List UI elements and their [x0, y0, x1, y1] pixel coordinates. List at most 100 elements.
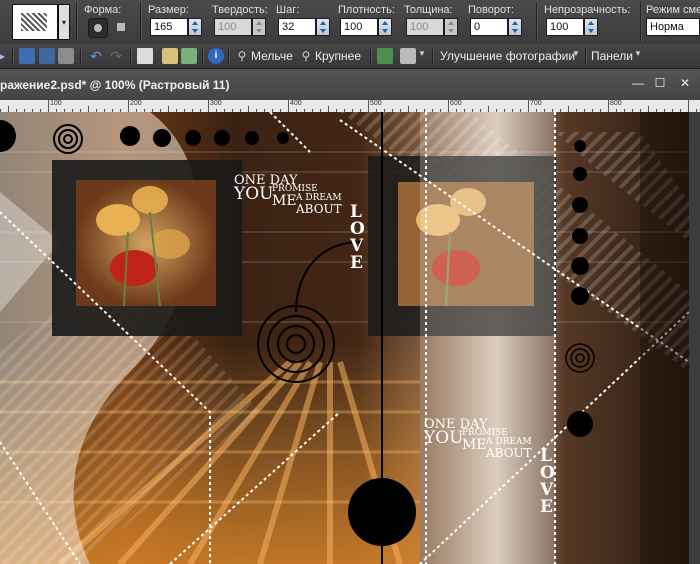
save-as-icon[interactable]: [39, 48, 55, 64]
separator: [228, 48, 229, 64]
minimize-button[interactable]: —: [629, 75, 647, 91]
hardness-input[interactable]: 100: [214, 18, 252, 36]
ruler-tick: [528, 100, 529, 112]
chevron-down-icon[interactable]: ▼: [634, 49, 642, 58]
separator: [202, 48, 203, 64]
close-button[interactable]: ✕: [676, 75, 694, 91]
blend-mode-label: Режим сме: [646, 4, 700, 16]
ruler-tick: [208, 100, 209, 112]
art-text-love: LOVE: [350, 202, 365, 273]
zoom-out-button[interactable]: Мельче: [251, 49, 293, 63]
ruler-label: 700: [530, 100, 542, 107]
document-title: ражение2.psd* @ 100% (Растровый 11): [0, 78, 230, 92]
art-text-about: ABOUT: [296, 202, 342, 216]
rotation-label: Поворот:: [468, 4, 514, 16]
organizer-icon[interactable]: [162, 48, 178, 64]
brush-stroke-thumbnail: [21, 13, 47, 31]
ruler-label: 400: [290, 100, 302, 107]
step-spinner[interactable]: [316, 18, 330, 36]
blend-mode-select[interactable]: Норма: [646, 18, 700, 36]
ruler-tick: [688, 100, 689, 112]
info-icon[interactable]: i: [208, 48, 224, 64]
step-label: Шаг:: [276, 4, 300, 16]
step-input[interactable]: 32: [278, 18, 316, 36]
poppy-yellow-1: [96, 204, 140, 236]
photo-browser-icon[interactable]: [181, 48, 197, 64]
thickness-input[interactable]: 100: [406, 18, 444, 36]
ruler-tick: [288, 100, 289, 112]
share-icon[interactable]: [400, 48, 416, 64]
ruler-label: 200: [130, 100, 142, 107]
zoom-in-icon[interactable]: ⚲: [298, 48, 314, 64]
separator: [432, 48, 433, 64]
thickness-spinner[interactable]: [444, 18, 458, 36]
size-label: Размер:: [148, 4, 189, 16]
art-text-me: ME: [272, 193, 297, 209]
density-spinner[interactable]: [378, 18, 392, 36]
ruler-label: 300: [210, 100, 222, 107]
ruler-tick: [128, 100, 129, 112]
panels-menu[interactable]: Панели: [591, 49, 633, 63]
ruler-tick: [48, 100, 49, 112]
rotation-spinner[interactable]: [508, 18, 522, 36]
separator: [76, 2, 77, 42]
round-shape-button[interactable]: [88, 18, 108, 38]
web-icon[interactable]: [377, 48, 393, 64]
ruler-label: 600: [450, 100, 462, 107]
new-file-icon[interactable]: ▸: [0, 48, 10, 64]
pendulum-bob: [348, 478, 416, 546]
art-text-about: ABOUT: [486, 446, 532, 460]
separator: [130, 48, 131, 64]
separator: [536, 2, 537, 42]
rotation-input[interactable]: 0: [470, 18, 508, 36]
art-text-me: ME: [462, 437, 487, 453]
brush-preview[interactable]: [12, 4, 58, 40]
tool-options-bar: ▾ Форма: Размер: 165 Твердость: 100 Шаг:…: [0, 0, 700, 45]
separator: [12, 48, 13, 64]
opacity-input[interactable]: 100: [546, 18, 584, 36]
opacity-spinner[interactable]: [584, 18, 598, 36]
undo-icon[interactable]: ↶: [88, 48, 104, 64]
separator: [370, 48, 371, 64]
art-text-love: LOVE: [540, 446, 555, 517]
poppy-red-1: [110, 250, 158, 286]
new-layer-icon[interactable]: [137, 48, 153, 64]
ruler-tick: [608, 100, 609, 112]
ruler-label: 500: [370, 100, 382, 107]
ruler-tick: [368, 100, 369, 112]
art-text-you: YOU: [234, 184, 274, 204]
density-label: Плотность:: [338, 4, 395, 16]
print-icon[interactable]: [58, 48, 74, 64]
ruler-label: 100: [50, 100, 62, 107]
brush-preset-dropdown[interactable]: ▾: [58, 4, 70, 40]
separator: [640, 2, 641, 42]
chevron-down-icon[interactable]: ▼: [572, 49, 580, 58]
save-icon[interactable]: [19, 48, 35, 64]
hardness-label: Твердость:: [212, 4, 268, 16]
main-toolbar: ▸ ↶ ↷ i ⚲ Мельче ⚲ Крупнее ▼ Улучшение ф…: [0, 44, 700, 69]
zoom-in-button[interactable]: Крупнее: [315, 49, 361, 63]
art-text-you: YOU: [424, 428, 464, 448]
ruler-tick: [448, 100, 449, 112]
opacity-label: Непрозрачность:: [544, 4, 631, 16]
hardness-spinner[interactable]: [252, 18, 266, 36]
vertical-scroll-area[interactable]: [689, 112, 700, 564]
separator: [585, 48, 586, 64]
thickness-label: Толщина:: [404, 4, 453, 16]
maximize-button[interactable]: ☐: [651, 75, 669, 91]
ruler-label: 800: [610, 100, 622, 107]
size-input[interactable]: 165: [150, 18, 188, 36]
artwork: [0, 112, 689, 564]
spiral-right: [565, 343, 595, 373]
chevron-down-icon[interactable]: ▼: [418, 49, 426, 58]
density-input[interactable]: 100: [340, 18, 378, 36]
redo-icon[interactable]: ↷: [108, 48, 124, 64]
separator: [140, 2, 141, 42]
image-canvas[interactable]: ONE DAY YOU PROMISE ME A DREAM ABOUT LOV…: [0, 112, 689, 564]
separator: [80, 48, 81, 64]
zoom-out-icon[interactable]: ⚲: [234, 48, 250, 64]
document-title-bar: ражение2.psd* @ 100% (Растровый 11) — ☐ …: [0, 69, 700, 101]
size-spinner[interactable]: [188, 18, 202, 36]
square-shape-button[interactable]: [112, 18, 132, 38]
enhance-photo-menu[interactable]: Улучшение фотографии: [440, 49, 575, 63]
